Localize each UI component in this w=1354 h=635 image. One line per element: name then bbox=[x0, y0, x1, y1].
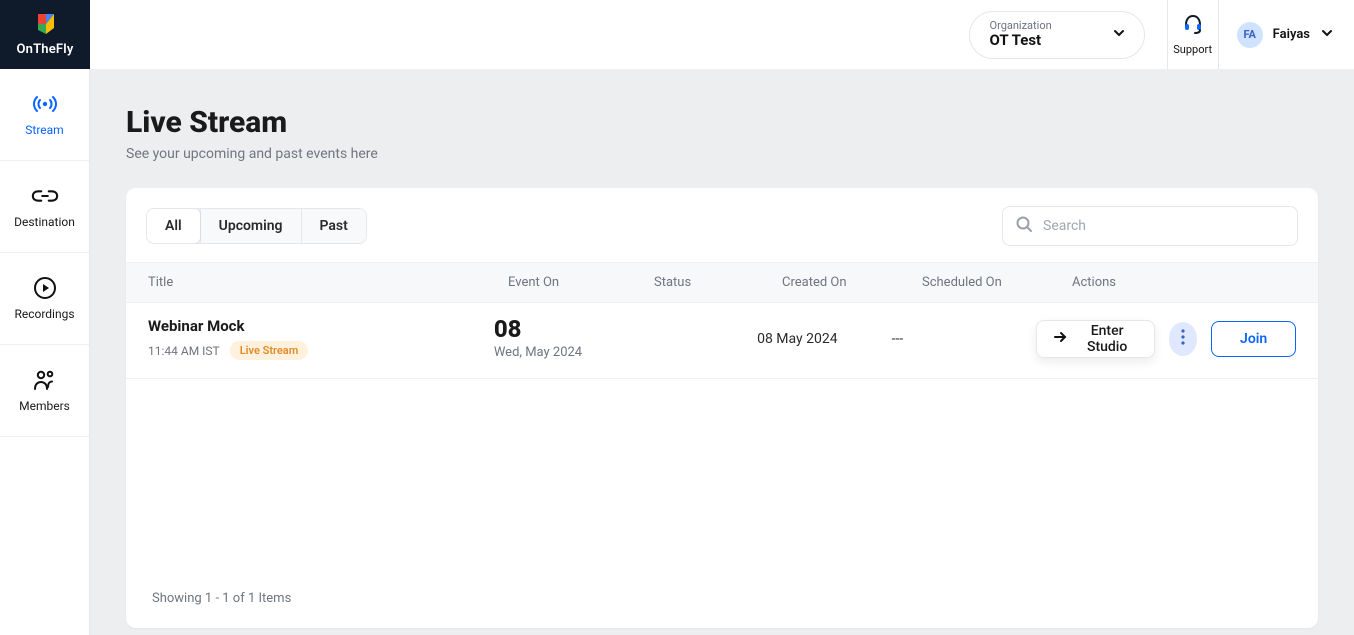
sidebar-item-stream[interactable]: Stream bbox=[0, 69, 89, 161]
broadcast-icon bbox=[31, 93, 59, 115]
tab-all[interactable]: All bbox=[146, 208, 201, 244]
chevron-down-icon bbox=[1320, 25, 1334, 44]
event-date: Wed, May 2024 bbox=[494, 345, 634, 360]
sidebar-item-members[interactable]: Members bbox=[0, 345, 89, 437]
support-button[interactable]: Support bbox=[1167, 0, 1219, 69]
tab-past[interactable]: Past bbox=[301, 209, 366, 243]
play-circle-icon bbox=[31, 277, 59, 299]
sidebar-item-destination[interactable]: Destination bbox=[0, 161, 89, 253]
enter-studio-button[interactable]: Enter Studio bbox=[1036, 320, 1155, 358]
filter-tabs: All Upcoming Past bbox=[146, 208, 367, 244]
events-card: All Upcoming Past Title Event On Status … bbox=[126, 188, 1318, 628]
join-button[interactable]: Join bbox=[1211, 321, 1296, 357]
search-icon bbox=[1015, 215, 1033, 237]
event-time: 11:44 AM IST bbox=[148, 344, 220, 358]
enter-studio-label: Enter Studio bbox=[1077, 323, 1138, 355]
col-title: Title bbox=[148, 275, 508, 290]
status-badge: Live Stream bbox=[230, 341, 309, 360]
more-vertical-icon bbox=[1181, 329, 1185, 349]
tab-upcoming[interactable]: Upcoming bbox=[200, 209, 301, 243]
event-scheduled-on: --- bbox=[892, 331, 1036, 347]
organization-selector[interactable]: Organization OT Test bbox=[969, 11, 1145, 59]
link-icon bbox=[31, 185, 59, 207]
sidebar-item-label: Members bbox=[19, 399, 70, 413]
search-input[interactable] bbox=[1043, 218, 1285, 234]
support-label: Support bbox=[1173, 43, 1212, 56]
col-scheduled-on: Scheduled On bbox=[922, 275, 1072, 290]
people-icon bbox=[31, 369, 59, 391]
user-name: Faiyas bbox=[1273, 27, 1310, 42]
page-subtitle: See your upcoming and past events here bbox=[126, 146, 1318, 162]
sidebar: OnTheFly Stream bbox=[0, 0, 90, 635]
brand-mark-icon bbox=[32, 12, 58, 38]
topbar: Organization OT Test Support FA Faiyas bbox=[90, 0, 1354, 69]
sidebar-item-label: Destination bbox=[14, 215, 75, 229]
user-menu[interactable]: FA Faiyas bbox=[1219, 0, 1340, 69]
col-status: Status bbox=[654, 275, 782, 290]
table-empty-space bbox=[126, 379, 1318, 575]
col-actions: Actions bbox=[1072, 275, 1296, 290]
col-event-on: Event On bbox=[508, 275, 654, 290]
page-title: Live Stream bbox=[126, 105, 1318, 140]
table-header: Title Event On Status Created On Schedul… bbox=[126, 262, 1318, 303]
event-created-on: 08 May 2024 bbox=[757, 331, 892, 347]
arrow-right-icon bbox=[1053, 331, 1067, 347]
sidebar-nav: Stream Destination Recordings bbox=[0, 69, 89, 437]
row-more-menu[interactable] bbox=[1169, 322, 1198, 356]
search-box[interactable] bbox=[1002, 206, 1298, 246]
sidebar-item-label: Recordings bbox=[14, 307, 74, 321]
avatar: FA bbox=[1237, 22, 1263, 48]
card-toolbar: All Upcoming Past bbox=[126, 188, 1318, 262]
col-created-on: Created On bbox=[782, 275, 922, 290]
table-row: Webinar Mock 11:44 AM IST Live Stream 08… bbox=[126, 303, 1318, 379]
content-area: Live Stream See your upcoming and past e… bbox=[90, 69, 1354, 635]
headset-icon bbox=[1182, 13, 1204, 39]
event-day: 08 bbox=[494, 317, 634, 341]
event-title: Webinar Mock bbox=[148, 317, 494, 335]
sidebar-item-recordings[interactable]: Recordings bbox=[0, 253, 89, 345]
brand-name: OnTheFly bbox=[16, 42, 73, 57]
sidebar-item-label: Stream bbox=[25, 123, 63, 137]
org-name: OT Test bbox=[990, 32, 1052, 49]
table-footer: Showing 1 - 1 of 1 Items bbox=[126, 575, 1318, 628]
brand-logo[interactable]: OnTheFly bbox=[0, 0, 90, 69]
chevron-down-icon bbox=[1112, 25, 1126, 44]
